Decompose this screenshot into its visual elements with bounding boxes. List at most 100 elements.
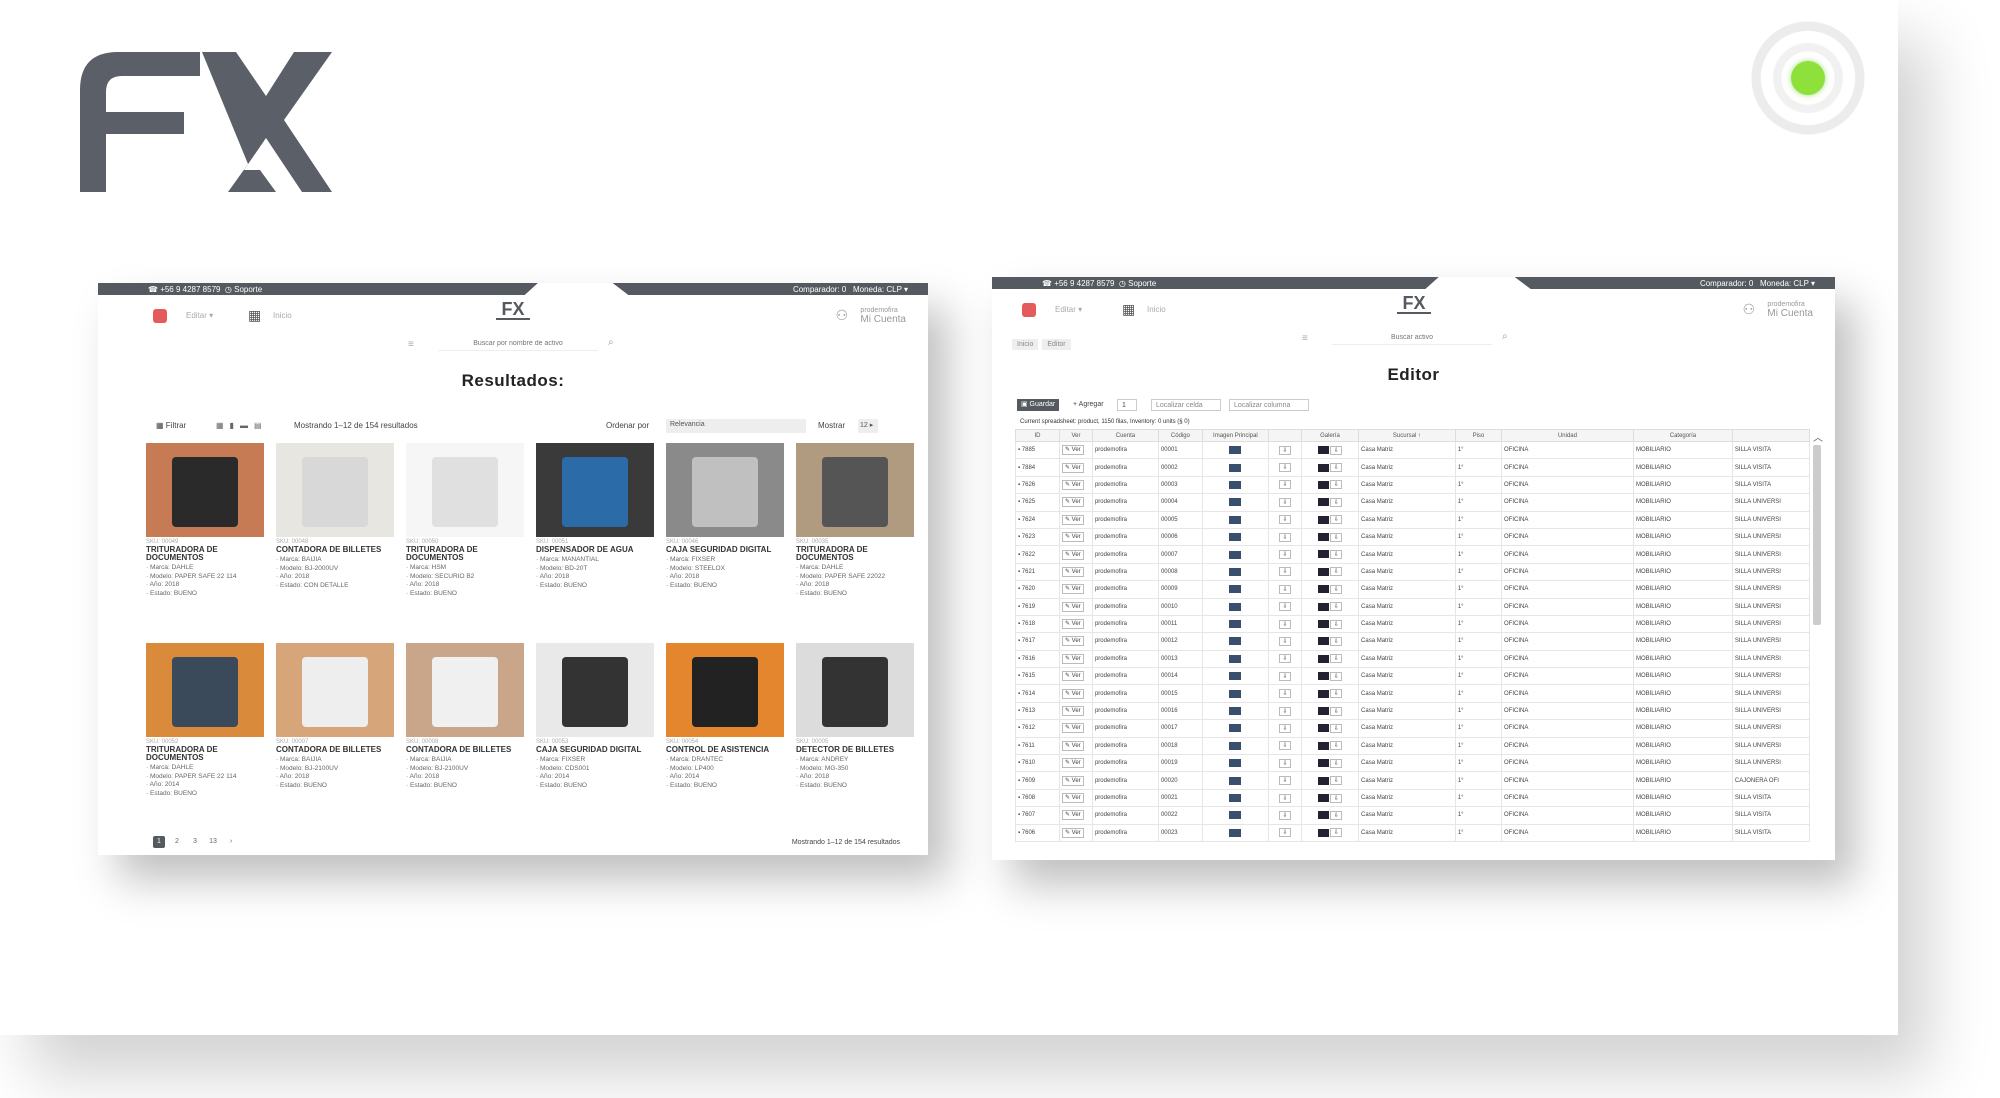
column-header[interactable]: Categoría: [1632, 429, 1733, 442]
table-row[interactable]: ▪ 7616 ✎ Ver prodemofira 00013 ⇩ ⇩ Casa Matri…: [1015, 649, 1811, 669]
cell-category[interactable]: MOBILIARIO: [1632, 823, 1733, 842]
home-link[interactable]: Inicio: [273, 311, 292, 320]
cell-branch[interactable]: Casa Matriz: [1358, 580, 1456, 599]
cell-category[interactable]: MOBILIARIO: [1632, 754, 1733, 773]
cell-branch[interactable]: Casa Matriz: [1358, 788, 1456, 808]
image-thumbnail[interactable]: [1229, 585, 1242, 594]
gallery-upload-icon[interactable]: ⇩: [1330, 445, 1343, 455]
gallery-thumbnail[interactable]: [1317, 706, 1329, 715]
cell-floor[interactable]: 1°: [1454, 545, 1503, 564]
cell-category[interactable]: MOBILIARIO: [1632, 736, 1733, 756]
cell-unit[interactable]: OFICINA: [1501, 649, 1634, 669]
cell-floor[interactable]: 1°: [1454, 510, 1503, 529]
product-card[interactable]: SKU: 00046CAJA SEGURIDAD DIGITALMarca: F…: [666, 443, 788, 629]
cell-floor[interactable]: 1°: [1454, 649, 1503, 669]
gallery-thumbnail[interactable]: [1317, 550, 1329, 559]
cell-unit[interactable]: OFICINA: [1501, 771, 1634, 790]
gallery-thumbnail[interactable]: [1317, 741, 1329, 750]
cell-unit[interactable]: OFICINA: [1501, 736, 1634, 756]
table-row[interactable]: ▪ 7624 ✎ Ver prodemofira 00005 ⇩ ⇩ Casa Matri…: [1015, 510, 1811, 529]
cell-code[interactable]: 00005: [1157, 510, 1203, 529]
gallery-thumbnail[interactable]: [1317, 811, 1329, 820]
image-thumbnail[interactable]: [1229, 689, 1242, 698]
product-title[interactable]: CAJA SEGURIDAD DIGITAL: [666, 546, 788, 554]
cell-subcategory[interactable]: SILLA UNIVERSI: [1731, 527, 1811, 547]
table-row[interactable]: ▪ 7623 ✎ Ver prodemofira 00006 ⇩ ⇩ Casa Matri…: [1015, 527, 1811, 547]
cell-subcategory[interactable]: SILLA UNIVERSI: [1731, 684, 1811, 703]
image-thumbnail[interactable]: [1229, 567, 1242, 576]
cell-branch[interactable]: Casa Matriz: [1358, 701, 1456, 721]
currency-select[interactable]: Moneda: CLP ▾: [853, 285, 908, 294]
cell-account[interactable]: prodemofira: [1091, 527, 1159, 547]
cell-floor[interactable]: 1°: [1454, 493, 1503, 512]
phone-link[interactable]: ☎ +56 9 4287 8579: [148, 285, 220, 294]
cell-id[interactable]: ▪ 7613: [1015, 701, 1060, 721]
gallery-upload-icon[interactable]: ⇩: [1330, 602, 1343, 612]
product-title[interactable]: CAJA SEGURIDAD DIGITAL: [536, 746, 658, 754]
upload-icon[interactable]: ⇩: [1278, 793, 1291, 803]
cell-id[interactable]: ▪ 7620: [1015, 580, 1060, 599]
cell-category[interactable]: MOBILIARIO: [1632, 440, 1733, 460]
cell-code[interactable]: 00008: [1157, 562, 1203, 582]
user-icon[interactable]: ⚇: [1742, 301, 1755, 318]
cell-account[interactable]: prodemofira: [1091, 806, 1159, 825]
product-photo[interactable]: [796, 443, 914, 537]
table-row[interactable]: ▪ 7618 ✎ Ver prodemofira 00011 ⇩ ⇩ Casa Matri…: [1015, 614, 1811, 634]
account-link[interactable]: prodemofira Mi Cuenta: [860, 306, 906, 325]
product-title[interactable]: CONTADORA DE BILLETES: [276, 546, 398, 554]
cell-subcategory[interactable]: SILLA VISITA: [1731, 440, 1811, 460]
product-card[interactable]: SKU: 00005DETECTOR DE BILLETESMarca: AND…: [796, 643, 918, 829]
product-card[interactable]: SKU: 00050TRITURADORA DE DOCUMENTOSMarca…: [406, 443, 528, 629]
cell-account[interactable]: prodemofira: [1091, 649, 1159, 669]
cell-account[interactable]: prodemofira: [1091, 632, 1159, 651]
gallery-upload-icon[interactable]: ⇩: [1330, 671, 1343, 681]
cell-subcategory[interactable]: SILLA UNIVERSI: [1731, 545, 1811, 564]
column-header[interactable]: Código: [1157, 429, 1203, 442]
upload-icon[interactable]: ⇩: [1278, 758, 1291, 768]
upload-icon[interactable]: ⇩: [1278, 515, 1291, 525]
column-header[interactable]: Ver: [1058, 429, 1093, 442]
gallery-upload-icon[interactable]: ⇩: [1330, 636, 1343, 646]
cell-subcategory[interactable]: SILLA UNIVERSI: [1731, 754, 1811, 773]
table-row[interactable]: ▪ 7607 ✎ Ver prodemofira 00022 ⇩ ⇩ Casa Matri…: [1015, 806, 1811, 825]
cell-floor[interactable]: 1°: [1454, 475, 1503, 495]
product-title[interactable]: CONTROL DE ASISTENCIA: [666, 746, 788, 754]
view-button[interactable]: ✎ Ver: [1061, 566, 1084, 577]
upload-icon[interactable]: ⇩: [1278, 550, 1291, 560]
image-thumbnail[interactable]: [1229, 480, 1242, 489]
product-card[interactable]: SKU: 00051DISPENSADOR DE AGUAMarca: MANA…: [536, 443, 658, 629]
cell-code[interactable]: 00007: [1157, 545, 1203, 564]
cell-code[interactable]: 00019: [1157, 754, 1203, 773]
home-link[interactable]: Inicio: [1147, 305, 1166, 314]
view-button[interactable]: ✎ Ver: [1061, 497, 1084, 508]
cell-subcategory[interactable]: SILLA VISITA: [1731, 788, 1811, 808]
cell-category[interactable]: MOBILIARIO: [1632, 684, 1733, 703]
cell-subcategory[interactable]: SILLA UNIVERSI: [1731, 614, 1811, 634]
cell-code[interactable]: 00010: [1157, 597, 1203, 616]
cell-branch[interactable]: Casa Matriz: [1358, 562, 1456, 582]
order-select[interactable]: Relevancia: [666, 419, 806, 433]
cell-branch[interactable]: Casa Matriz: [1358, 823, 1456, 842]
cell-floor[interactable]: 1°: [1454, 806, 1503, 825]
product-card[interactable]: SKU: 00052TRITURADORA DE DOCUMENTOSMarca…: [146, 643, 268, 829]
cell-category[interactable]: MOBILIARIO: [1632, 667, 1733, 686]
cell-unit[interactable]: OFICINA: [1501, 806, 1634, 825]
cell-subcategory[interactable]: CAJONERA OFI: [1731, 771, 1811, 790]
cell-account[interactable]: prodemofira: [1091, 788, 1159, 808]
gallery-thumbnail[interactable]: [1317, 498, 1329, 507]
cell-account[interactable]: prodemofira: [1091, 823, 1159, 842]
product-photo[interactable]: [406, 443, 524, 537]
locate-column-input[interactable]: Localizar columna: [1229, 399, 1309, 411]
cell-subcategory[interactable]: SILLA UNIVERSI: [1731, 736, 1811, 756]
cell-branch[interactable]: Casa Matriz: [1358, 806, 1456, 825]
table-row[interactable]: ▪ 7608 ✎ Ver prodemofira 00021 ⇩ ⇩ Casa Matri…: [1015, 788, 1811, 808]
upload-icon[interactable]: ⇩: [1278, 497, 1291, 507]
table-row[interactable]: ▪ 7613 ✎ Ver prodemofira 00016 ⇩ ⇩ Casa Matri…: [1015, 701, 1811, 721]
cell-account[interactable]: prodemofira: [1091, 440, 1159, 460]
cell-account[interactable]: prodemofira: [1091, 667, 1159, 686]
cell-unit[interactable]: OFICINA: [1501, 458, 1634, 477]
upload-icon[interactable]: ⇩: [1278, 445, 1291, 455]
cell-id[interactable]: ▪ 7622: [1015, 545, 1060, 564]
table-row[interactable]: ▪ 7621 ✎ Ver prodemofira 00008 ⇩ ⇩ Casa Matri…: [1015, 562, 1811, 582]
cell-id[interactable]: ▪ 7615: [1015, 667, 1060, 686]
